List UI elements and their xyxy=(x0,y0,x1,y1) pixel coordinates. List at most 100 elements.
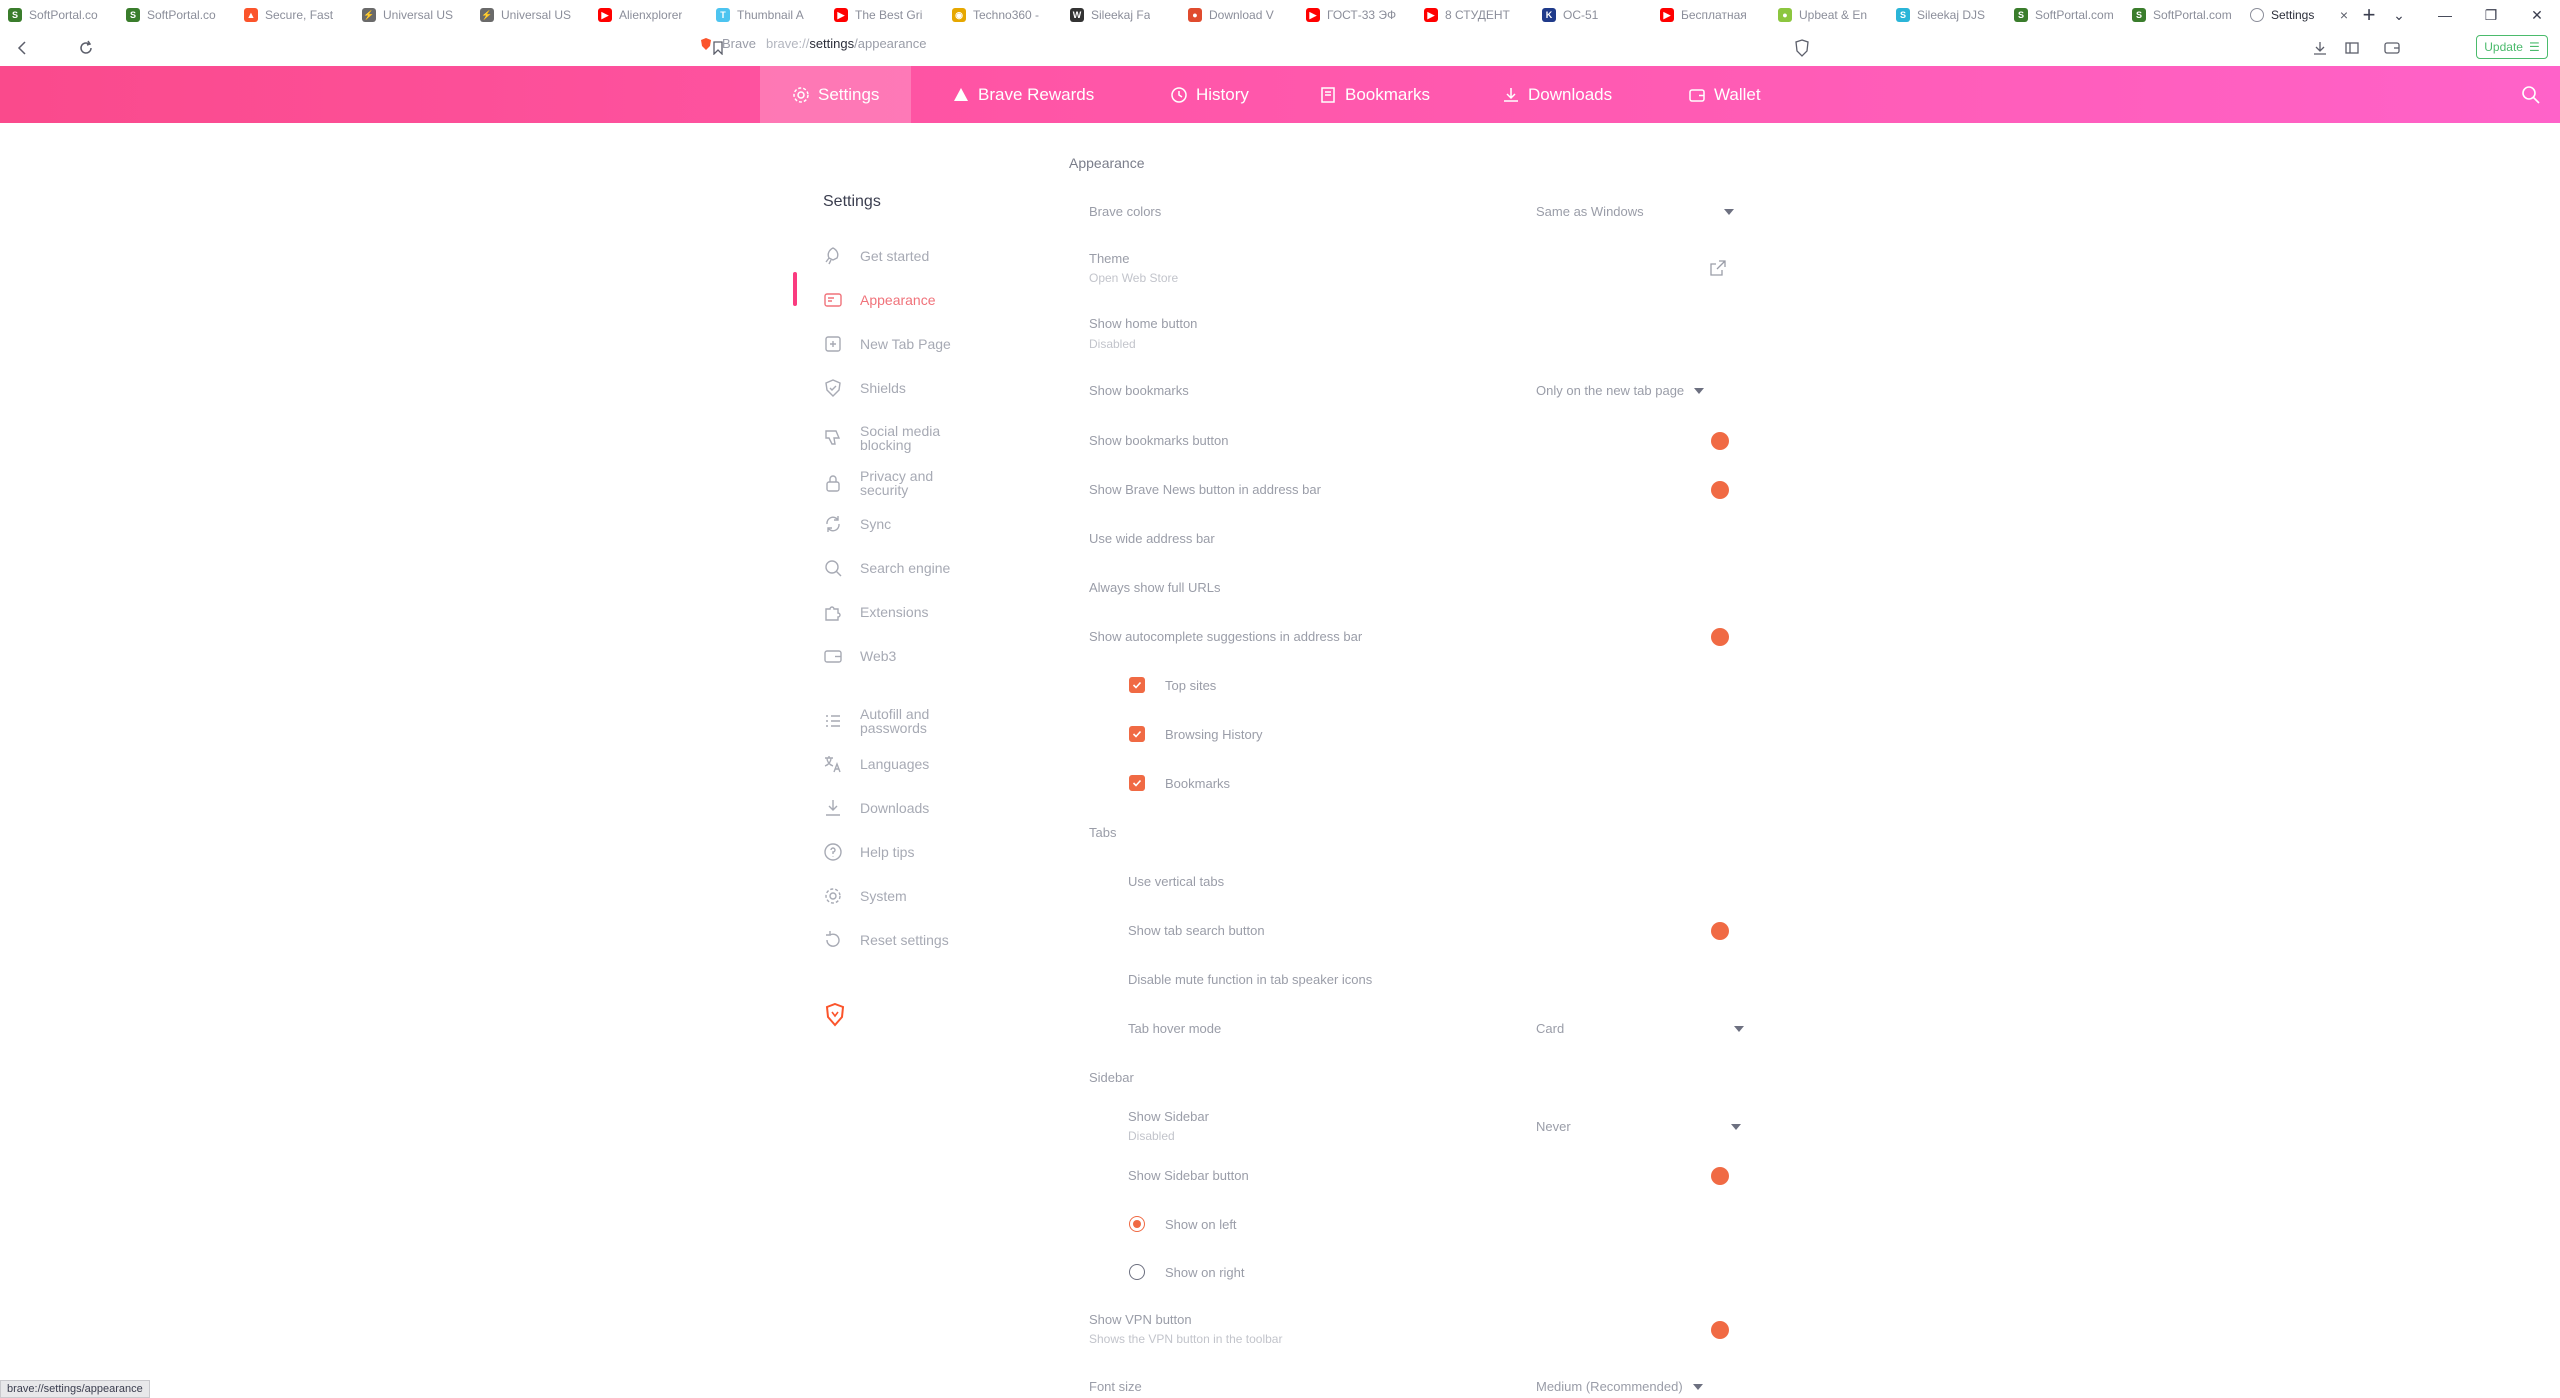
browser-tab[interactable]: ◉ Techno360 - xyxy=(944,0,1062,30)
new-tab-icon xyxy=(822,333,844,355)
tab-hover-value: Card xyxy=(1536,1021,1565,1036)
sidebar-toggle-icon[interactable] xyxy=(2340,36,2364,60)
sidebar-item-get-started[interactable]: Get started xyxy=(822,245,1022,267)
tab-title: Thumbnail A xyxy=(737,8,804,22)
lock-icon xyxy=(822,472,844,494)
browser-tab[interactable]: ▶ Alienxplorer xyxy=(590,0,708,30)
show-bookmarks-dropdown[interactable]: Only on the new tab page xyxy=(1536,383,1705,398)
font-size-value: Medium (Recommended) xyxy=(1536,1379,1683,1394)
tab-favicon-icon: S xyxy=(1896,8,1910,22)
sidebar-item-downloads[interactable]: Downloads xyxy=(822,797,1022,819)
wallet-toolbar-icon[interactable] xyxy=(2380,36,2404,60)
nav-settings[interactable]: Settings xyxy=(760,66,912,123)
nav-wallet[interactable]: Wallet xyxy=(1656,66,1793,123)
sidebar-item-search-engine[interactable]: Search engine xyxy=(822,557,1022,579)
tab-search-toggle[interactable] xyxy=(1711,922,1729,940)
tab-favicon-icon: ▲ xyxy=(244,8,258,22)
tab-title: Sileekaj Fa xyxy=(1091,8,1151,22)
browser-tab[interactable]: S SoftPortal.co xyxy=(0,0,118,30)
bookmarks-checkbox[interactable] xyxy=(1129,775,1145,791)
browser-tab[interactable]: ▶ 8 СТУДЕНТ xyxy=(1416,0,1534,30)
show-left-radio[interactable] xyxy=(1129,1216,1145,1232)
theme-label: Theme xyxy=(1089,251,1130,266)
nav-bookmarks[interactable]: Bookmarks xyxy=(1287,66,1462,123)
home-button-sub: Disabled xyxy=(1089,337,1136,351)
sidebar-item-languages[interactable]: Languages xyxy=(822,753,1022,775)
browser-tab[interactable]: W Sileekaj Fa xyxy=(1062,0,1180,30)
tab-search-icon[interactable]: ⌄ xyxy=(2376,0,2422,30)
sidebar-item-label: Sync xyxy=(860,516,892,532)
back-icon[interactable] xyxy=(10,36,34,60)
browser-tab[interactable]: ⚡ Universal US xyxy=(354,0,472,30)
browser-tab[interactable]: S Sileekaj DJS xyxy=(1888,0,2006,30)
address-bar[interactable]: Brave brave://settings/appearance xyxy=(700,36,926,51)
sidebar-item-appearance[interactable]: Appearance xyxy=(822,289,1022,311)
top-sites-checkbox[interactable] xyxy=(1129,677,1145,693)
sidebar-item-sync[interactable]: Sync xyxy=(822,513,1022,535)
sidebar-item-label: Help tips xyxy=(860,844,915,860)
gear-icon xyxy=(793,86,809,103)
sidebar-item-help-tips[interactable]: Help tips xyxy=(822,841,1022,863)
bookmarks-check-label: Bookmarks xyxy=(1165,776,1231,791)
sidebar-active-indicator xyxy=(793,272,797,306)
sidebar-item-system[interactable]: System xyxy=(822,885,1022,907)
tab-hover-dropdown[interactable]: Card xyxy=(1536,1021,1745,1036)
brave-shields-icon[interactable] xyxy=(1790,36,1814,60)
nav-wallet-label: Wallet xyxy=(1714,84,1761,104)
sidebar-item-social-media-blocking[interactable]: Social media blocking xyxy=(822,424,1022,452)
autocomplete-toggle[interactable] xyxy=(1711,628,1729,646)
browser-tab[interactable]: T Thumbnail A xyxy=(708,0,826,30)
browser-tab[interactable]: ▶ The Best Gri xyxy=(826,0,944,30)
restore-icon[interactable]: ❐ xyxy=(2468,0,2514,30)
translate-icon xyxy=(822,753,844,775)
rewards-triangle-icon xyxy=(954,87,968,101)
vpn-button-toggle[interactable] xyxy=(1711,1321,1729,1339)
search-icon[interactable] xyxy=(2520,84,2542,106)
browsing-history-checkbox[interactable] xyxy=(1129,726,1145,742)
url-brand: Brave xyxy=(722,36,756,51)
browser-tab-active[interactable]: Settings × xyxy=(2242,0,2354,30)
sidebar-item-extensions[interactable]: Extensions xyxy=(822,601,1022,623)
nav-history[interactable]: History xyxy=(1138,66,1281,123)
nav-brave-rewards[interactable]: Brave Rewards xyxy=(920,66,1126,123)
sidebar-item-label: Get started xyxy=(860,248,930,264)
nav-downloads[interactable]: Downloads xyxy=(1470,66,1644,123)
sidebar-item-label: Languages xyxy=(860,756,930,772)
external-link-icon[interactable] xyxy=(1709,259,1727,277)
sidebar-item-autofill-and-passwords[interactable]: Autofill and passwords xyxy=(822,707,1022,735)
sidebar-item-shields[interactable]: Shields xyxy=(822,377,1022,399)
browser-tab[interactable]: ● Download V xyxy=(1180,0,1298,30)
update-button[interactable]: Update ☰ xyxy=(2476,35,2548,59)
sidebar-item-web3[interactable]: Web3 xyxy=(822,645,1022,667)
news-button-toggle[interactable] xyxy=(1711,481,1729,499)
chevron-down-icon xyxy=(1692,1383,1703,1390)
brave-colors-dropdown[interactable]: Same as Windows xyxy=(1536,204,1734,219)
show-bookmarks-value: Only on the new tab page xyxy=(1536,383,1685,398)
show-sidebar-dropdown[interactable]: Never xyxy=(1536,1119,1741,1134)
browser-tab[interactable]: S SoftPortal.com xyxy=(2006,0,2124,30)
show-right-radio[interactable] xyxy=(1129,1264,1145,1280)
downloads-toolbar-icon[interactable] xyxy=(2308,36,2332,60)
browser-tab[interactable]: S SoftPortal.co xyxy=(118,0,236,30)
browser-tab[interactable]: ● Upbeat & En xyxy=(1770,0,1888,30)
sidebar-item-new-tab-page[interactable]: New Tab Page xyxy=(822,333,1022,355)
browser-tab[interactable]: K ОС-51 xyxy=(1534,0,1652,30)
browser-tab[interactable]: S SoftPortal.com xyxy=(2124,0,2242,30)
sidebar-title: Settings xyxy=(823,193,881,210)
sidebar-item-reset-settings[interactable]: Reset settings xyxy=(822,929,1022,951)
sidebar-item-privacy-and-security[interactable]: Privacy and security xyxy=(822,469,1022,497)
bookmarks-button-toggle[interactable] xyxy=(1711,432,1729,450)
close-window-icon[interactable]: ✕ xyxy=(2514,0,2560,30)
reload-icon[interactable] xyxy=(74,36,98,60)
tab-title: Download V xyxy=(1209,8,1274,22)
browser-tab[interactable]: ▲ Secure, Fast xyxy=(236,0,354,30)
close-tab-icon[interactable]: × xyxy=(2340,7,2348,23)
bookmarks-icon xyxy=(1321,86,1335,103)
search-icon xyxy=(822,557,844,579)
browser-tab[interactable]: ⚡ Universal US xyxy=(472,0,590,30)
browser-tab[interactable]: ▶ ГОСТ-33 ЭФ xyxy=(1298,0,1416,30)
browser-tab[interactable]: ▶ Бесплатная xyxy=(1652,0,1770,30)
font-size-dropdown[interactable]: Medium (Recommended) xyxy=(1536,1379,1703,1394)
sidebar-button-toggle[interactable] xyxy=(1711,1167,1729,1185)
minimize-icon[interactable]: — xyxy=(2422,0,2468,30)
